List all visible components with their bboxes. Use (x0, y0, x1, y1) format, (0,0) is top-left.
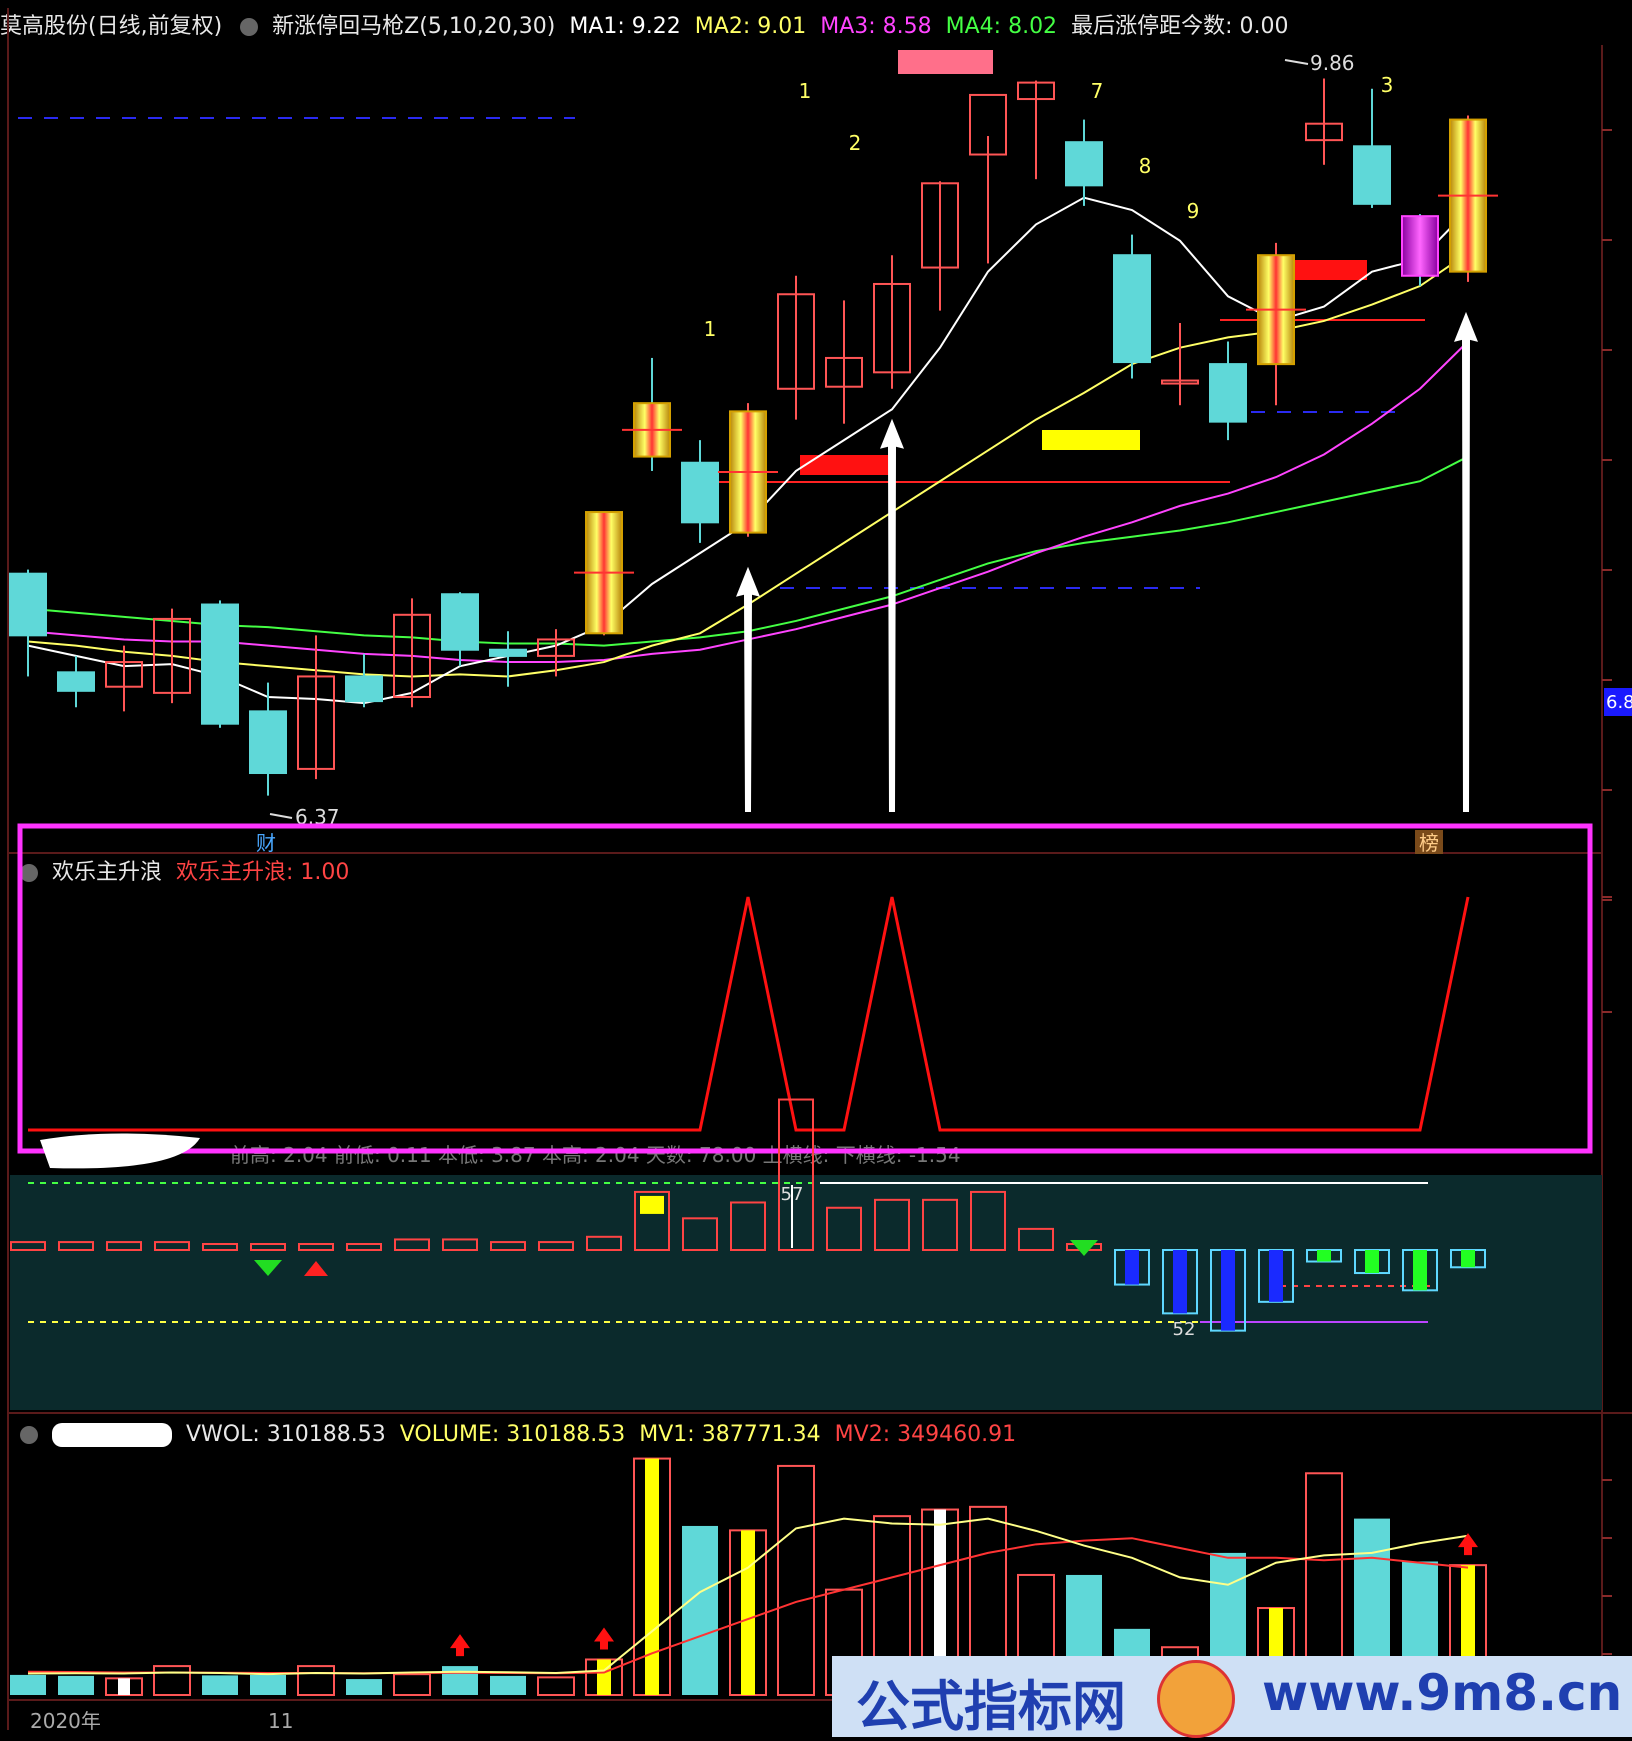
candle (201, 603, 239, 725)
hist-yellow-mark (640, 1195, 664, 1214)
wave-number-label: 2 (849, 131, 862, 155)
volume-bar-limit (597, 1659, 611, 1695)
stock-chart-svg: 12178939.866.376.8财 榜57522020年 11 (7, 8, 1632, 1733)
volume-bar-down (682, 1525, 718, 1695)
low-price-pointer (269, 813, 293, 819)
high-price-label: 9.86 (1310, 51, 1355, 75)
hist-bar-inner (1269, 1250, 1283, 1302)
hist-bar-inner (1317, 1250, 1331, 1262)
watermark-logo-icon (1157, 1660, 1235, 1738)
hist-bar-inner (1461, 1250, 1475, 1268)
p3-background (10, 1175, 1602, 1410)
chart-root: 莫高股份(日线,前复权) 新涨停回马枪Z(5,10,20,30) MA1: 9.22… (0, 0, 1632, 1738)
candle (57, 671, 95, 692)
x-axis-label-month: 11 (268, 1709, 293, 1733)
p3-trough-label: 52 (1173, 1319, 1196, 1340)
pink-marker-bar (898, 50, 993, 74)
red-marker-bar (800, 455, 895, 475)
volume-bar-down (346, 1679, 382, 1695)
candle (1209, 363, 1247, 423)
volume-up-arrow (594, 1627, 614, 1650)
volume-bar-down (10, 1674, 46, 1695)
watermark-banner: 公式指标网 www.9m8.cn (832, 1656, 1632, 1738)
wave-number-label: 9 (1187, 199, 1200, 223)
x-axis-label-year: 2020年 (30, 1709, 101, 1733)
highlight-box (17, 823, 1593, 1154)
high-price-pointer (1284, 59, 1309, 65)
hist-bar-inner (1173, 1250, 1187, 1314)
candle (345, 675, 383, 703)
candle (489, 648, 527, 657)
candle (1353, 145, 1391, 205)
candle (441, 593, 479, 651)
candle (249, 710, 287, 775)
hist-bar-inner (1221, 1250, 1235, 1331)
volume-up-arrow (450, 1634, 470, 1657)
candle (1113, 254, 1151, 364)
red-marker-bar-2 (1285, 260, 1367, 280)
watermark-url: www.9m8.cn (1262, 1664, 1623, 1722)
volume-bar-up (537, 1676, 575, 1696)
volume-bar-down (58, 1675, 94, 1695)
volume-bar-down (442, 1666, 478, 1695)
candle (681, 461, 719, 524)
marker-right-label: 榜 (1419, 831, 1439, 855)
marker-left-label: 财 (256, 831, 276, 855)
volume-bar-limit (645, 1458, 659, 1695)
wave-number-label: 7 (1091, 79, 1104, 103)
volume-bar-down (250, 1674, 286, 1695)
volume-bar-up (297, 1665, 335, 1696)
volume-bar-down (202, 1675, 238, 1695)
watermark-text-cn: 公式指标网 (856, 1675, 1126, 1738)
hist-bar-inner (1413, 1250, 1427, 1291)
volume-bar-up (393, 1673, 431, 1697)
volume-bar-white-core (118, 1678, 130, 1695)
wave-number-label: 3 (1381, 73, 1394, 97)
volume-bar-down (490, 1675, 526, 1695)
signal-arrow (1454, 311, 1478, 812)
volume-bar-limit (741, 1530, 755, 1695)
signal-arrow (880, 418, 904, 812)
right-price-label: 6.8 (1606, 692, 1632, 713)
wave-number-label: 1 (799, 79, 812, 103)
yellow-marker-bar (1042, 430, 1140, 450)
volume-bar-up (153, 1665, 191, 1696)
redacted-label-p3 (40, 1133, 200, 1169)
p3-peak-label: 57 (781, 1184, 804, 1205)
signal-line (28, 896, 1470, 1132)
candle (9, 572, 47, 637)
hist-bar-inner (1125, 1250, 1139, 1285)
wave-number-label: 8 (1139, 154, 1152, 178)
signal-arrow (736, 566, 760, 812)
candle (1065, 141, 1103, 187)
candle (1401, 215, 1439, 277)
volume-bar-up (777, 1464, 815, 1697)
wave-number-label: 1 (704, 317, 717, 341)
hist-bar-inner (1365, 1250, 1379, 1274)
